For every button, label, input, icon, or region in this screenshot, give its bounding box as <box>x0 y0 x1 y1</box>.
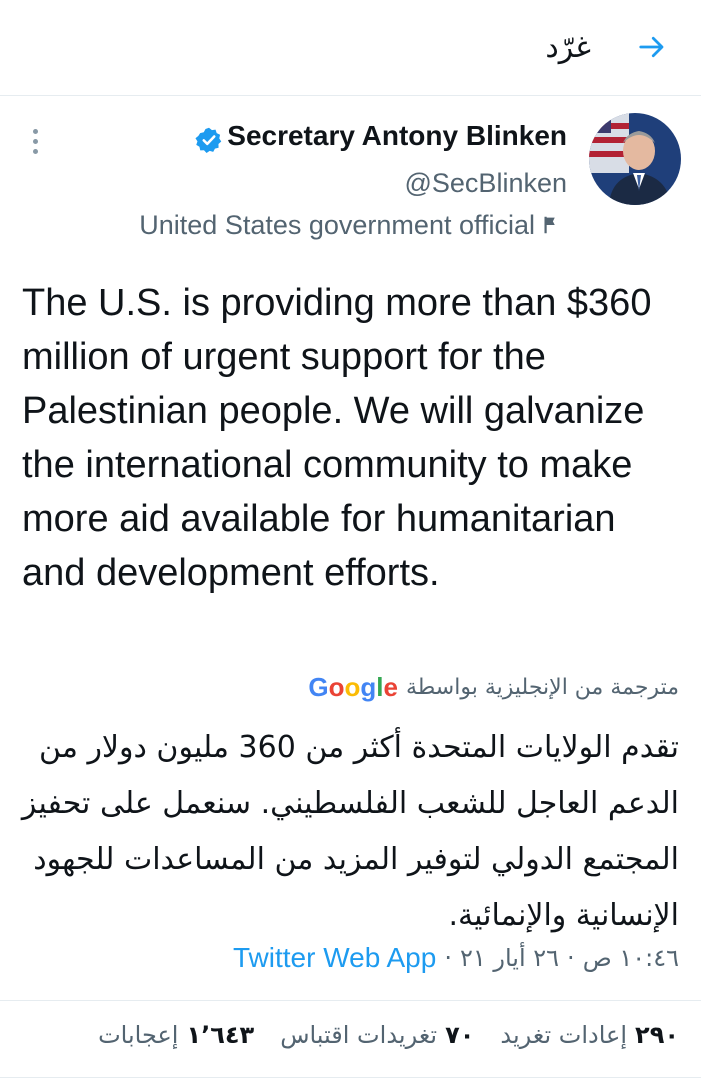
quotes-count: ٧٠ <box>445 1021 475 1049</box>
top-bar: غرّد <box>0 0 701 96</box>
tweet-time: ١٠:٤٦ ص <box>582 944 679 972</box>
google-logo: Google <box>308 672 398 702</box>
translated-label: مترجمة من الإنجليزية بواسطة <box>405 675 679 700</box>
author-handle[interactable]: @SecBlinken <box>405 168 568 199</box>
avatar[interactable] <box>589 113 681 205</box>
government-label[interactable]: United States government official <box>139 210 535 241</box>
retweets-stat[interactable]: ٢٩٠ إعادات تغريد <box>500 1021 679 1049</box>
translation-attribution: مترجمة من الإنجليزية بواسطة Google <box>308 672 679 703</box>
more-dots-icon <box>32 128 38 134</box>
tweet-text: The U.S. is providing more than $360 mil… <box>22 282 652 594</box>
quotes-label: تغريدات اقتباس <box>280 1021 438 1049</box>
likes-count: ١٬٦٤٣ <box>186 1021 255 1049</box>
tweet-stats: ٢٩٠ إعادات تغريد ٧٠ تغريدات اقتباس ١٬٦٤٣… <box>0 1000 701 1078</box>
likes-label: إعجابات <box>98 1021 179 1049</box>
retweets-label: إعادات تغريد <box>500 1021 628 1049</box>
verified-badge-icon <box>195 127 222 153</box>
tweet-date: ٢٦ أيار ٢١ <box>459 944 560 972</box>
translation-text: تقدم الولايات المتحدة أكثر من 360 مليون … <box>21 730 679 933</box>
quotes-stat[interactable]: ٧٠ تغريدات اقتباس <box>280 1021 474 1049</box>
arrow-right-icon <box>639 36 664 58</box>
retweets-count: ٢٩٠ <box>635 1021 679 1049</box>
flag-icon <box>544 216 555 234</box>
page-title: غرّد <box>545 30 591 65</box>
likes-stat[interactable]: ١٬٦٤٣ إعجابات <box>98 1021 254 1049</box>
tweet-metadata: ١٠:٤٦ ص · ٢٦ أيار ٢١ · Twitter Web App <box>232 942 679 974</box>
more-options-button[interactable] <box>20 126 50 156</box>
profile-photo <box>589 113 681 205</box>
author-name[interactable]: Secretary Antony Blinken <box>227 120 567 152</box>
tweet-source-link[interactable]: Twitter Web App <box>233 942 436 974</box>
back-button[interactable] <box>631 26 673 68</box>
